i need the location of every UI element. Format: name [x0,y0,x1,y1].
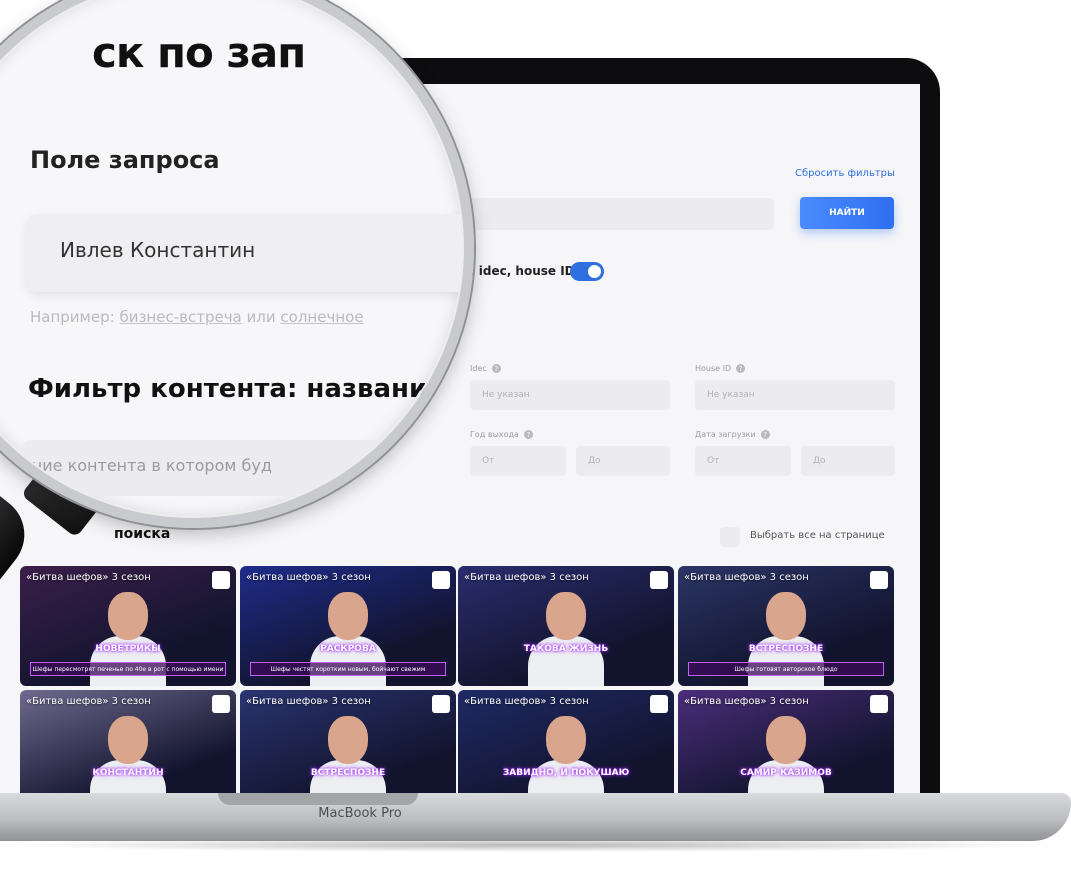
chef-figure [748,716,824,794]
chef-figure [310,716,386,794]
chef-head [766,592,806,640]
thumbnail-banner: РАСКРОВА [320,644,376,654]
chef-head [546,716,586,764]
thumbnail-banner: ТАКОВА ЖИЗНЬ [523,644,609,654]
thumbnail-checkbox[interactable] [650,571,668,589]
thumbnail-caption: Шефы готовят авторское блюдо [688,662,884,676]
laptop-base [0,793,1071,841]
upload-to-input[interactable]: До [801,446,895,476]
upload-from-placeholder: От [707,456,720,466]
video-thumbnail[interactable]: «Битва шефов» 3 сезон ВСТРЕСПОЗНЕ Шефы гот… [678,566,894,686]
laptop-notch [218,793,418,805]
thumbnail-checkbox[interactable] [870,571,888,589]
thumbnail-caption: Шефы честят коротким новым, бойчают свеж… [250,662,446,676]
year-from-input[interactable]: От [470,446,566,476]
house-id-label-text: House ID [695,364,732,373]
toggle-knob [588,265,601,278]
idec-label: Idec? [470,364,501,373]
chef-head [546,592,586,640]
video-thumbnail[interactable]: «Битва шефов» 3 сезон САМИР КАЗИМОВ [678,690,894,794]
year-label: Год выхода? [470,430,533,439]
upload-from-input[interactable]: От [695,446,791,476]
video-thumbnail[interactable]: «Битва шефов» 3 сезон ТАКОВА ЖИЗНЬ [458,566,674,686]
info-icon[interactable]: ? [491,364,501,373]
thumbnail-banner: ВСТРЕСПОЗНЕ [748,644,824,654]
info-icon[interactable]: ? [523,430,533,439]
idec-label-text: Idec [470,364,487,373]
chef-head [328,592,368,640]
upload-date-label-text: Дата загрузки [695,430,756,439]
id-search-toggle-label: , idec, house ID [470,264,575,278]
house-id-input[interactable]: Не указан [695,380,895,410]
video-thumbnail[interactable]: «Битва шефов» 3 сезон ЗАВИДНО, И ПОКУШАЮ [458,690,674,794]
info-icon[interactable]: ? [736,364,746,373]
thumbnail-title: «Битва шефов» 3 сезон [464,572,589,583]
thumbnail-banner: ЗАВИДНО, И ПОКУШАЮ [502,768,630,778]
chef-head [108,716,148,764]
video-thumbnail[interactable]: «Битва шефов» 3 сезон КОНСТАНТИН [20,690,236,794]
thumbnail-checkbox[interactable] [650,695,668,713]
info-icon[interactable]: ? [760,430,770,439]
house-id-placeholder: Не указан [707,390,755,400]
thumbnail-title: «Битва шефов» 3 сезон [246,696,371,707]
chef-figure [528,592,604,686]
select-all-checkbox[interactable] [720,527,740,547]
year-to-input[interactable]: До [576,446,670,476]
thumbnail-banner: КОНСТАНТИН [92,768,164,778]
thumbnail-caption: Шефы пересмотрят печенье по 40е в рот с … [30,662,226,676]
chef-head [108,592,148,640]
thumbnail-title: «Битва шефов» 3 сезон [26,572,151,583]
reset-filters-link[interactable]: Сбросить фильтры [795,168,895,179]
year-from-placeholder: От [482,456,495,466]
thumbnail-checkbox[interactable] [432,695,450,713]
thumbnail-title: «Битва шефов» 3 сезон [684,696,809,707]
idec-placeholder: Не указан [482,390,530,400]
thumbnail-title: «Битва шефов» 3 сезон [684,572,809,583]
thumbnail-banner: ВСТРЕСПОЗНЕ [310,768,386,778]
thumbnail-title: «Битва шефов» 3 сезон [464,696,589,707]
id-search-toggle[interactable] [570,262,604,281]
chef-head [766,716,806,764]
thumbnail-title: «Битва шефов» 3 сезон [26,696,151,707]
upload-date-label: Дата загрузки? [695,430,770,439]
thumbnail-banner: САМИР КАЗИМОВ [740,768,832,778]
year-to-placeholder: До [588,456,601,466]
thumbnail-title: «Битва шефов» 3 сезон [246,572,371,583]
chef-figure [528,716,604,794]
upload-to-placeholder: До [813,456,826,466]
scene: Сбросить фильтры НАЙТИ , idec, house ID … [0,0,1071,869]
year-label-text: Год выхода [470,430,519,439]
thumbnail-checkbox[interactable] [212,571,230,589]
chef-figure [90,716,166,794]
thumbnail-checkbox[interactable] [870,695,888,713]
results-title: поиска [114,526,171,542]
video-thumbnail[interactable]: «Битва шефов» 3 сезон ВСТРЕСПОЗНЕ [240,690,456,794]
chef-head [328,716,368,764]
video-thumbnail[interactable]: «Битва шефов» 3 сезон РАСКРОВА Шефы честят… [240,566,456,686]
thumbnail-banner: НОВЕТРИКЫ [95,644,161,654]
thumbnail-checkbox[interactable] [212,695,230,713]
video-thumbnail[interactable]: «Битва шефов» 3 сезон НОВЕТРИКЫ Шефы перес… [20,566,236,686]
select-all-label[interactable]: Выбрать все на странице [750,530,885,541]
thumbnail-checkbox[interactable] [432,571,450,589]
find-button[interactable]: НАЙТИ [800,197,894,229]
laptop-model-label: MacBook Pro [318,806,402,821]
idec-input[interactable]: Не указан [470,380,670,410]
house-id-label: House ID? [695,364,746,373]
